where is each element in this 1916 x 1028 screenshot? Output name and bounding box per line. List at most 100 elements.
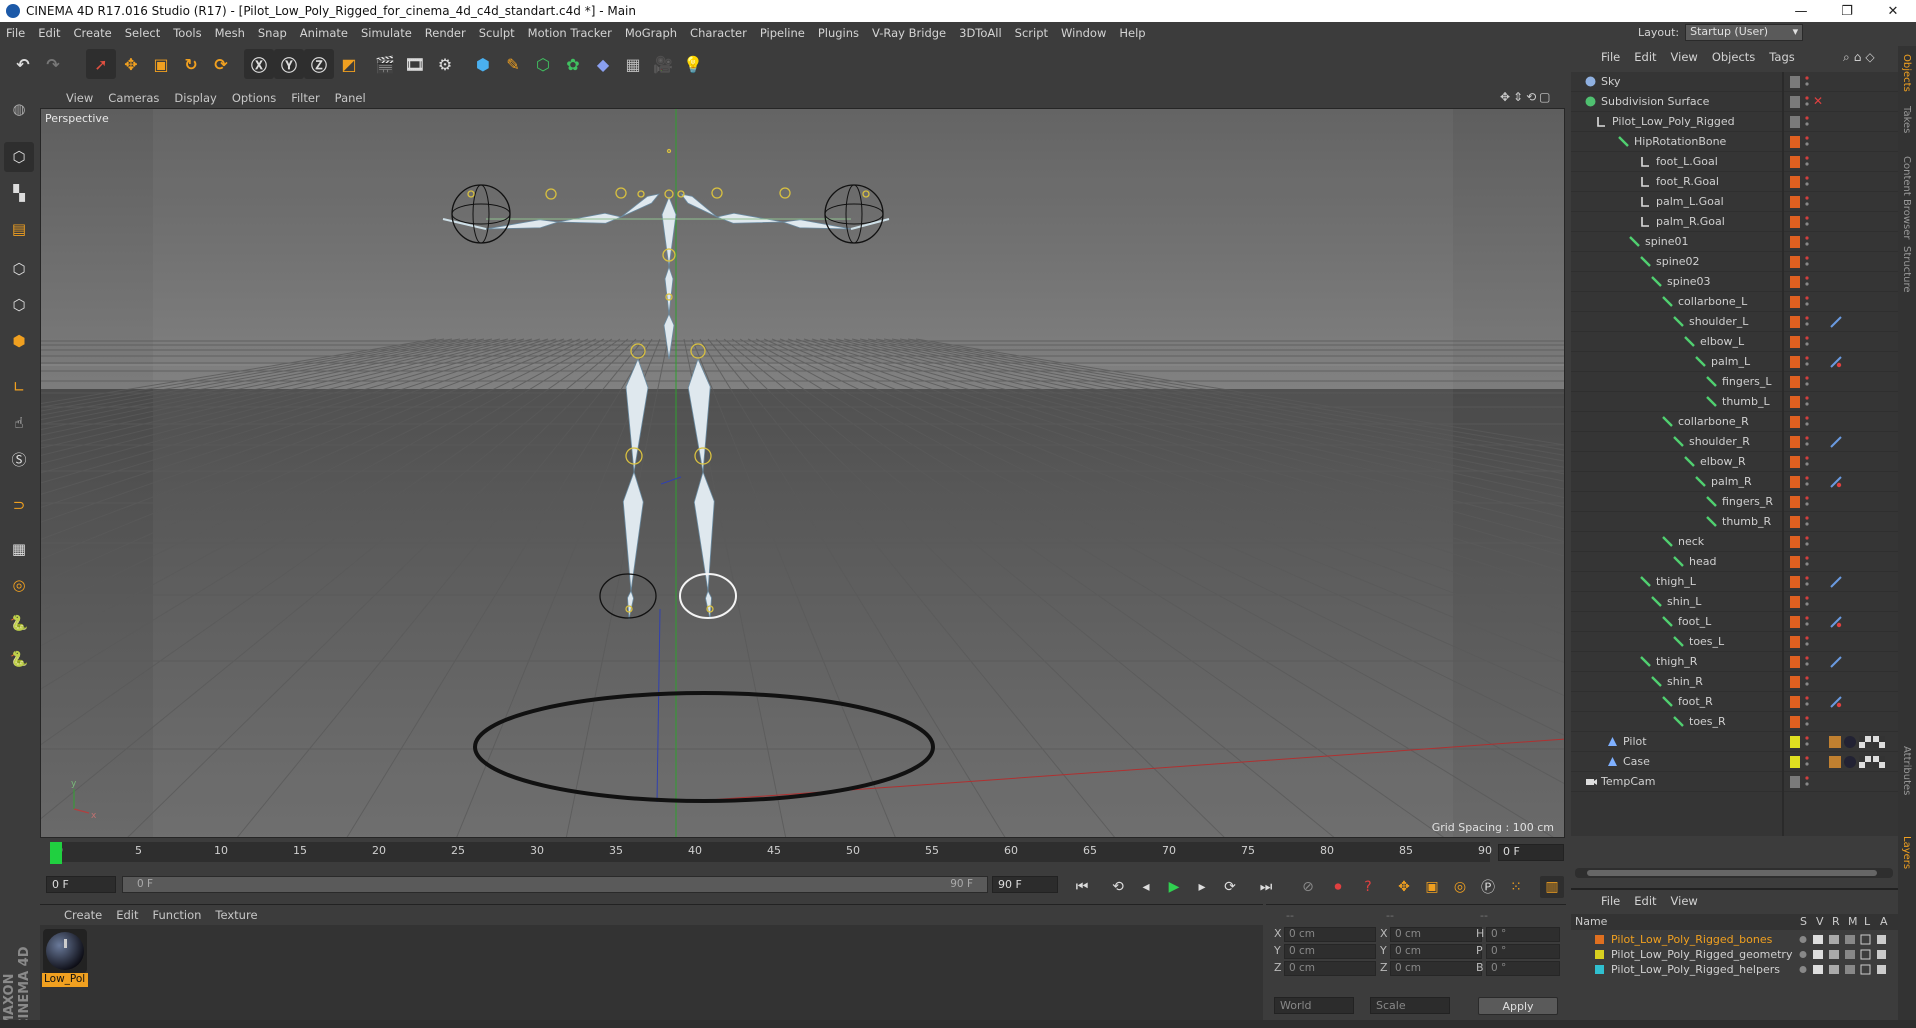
layer-color-swatch[interactable] — [1790, 536, 1800, 548]
visibility-dots-icon[interactable] — [1805, 455, 1809, 468]
ik-tag-icon[interactable] — [1829, 315, 1843, 329]
visibility-dots-icon[interactable] — [1805, 735, 1809, 748]
tweak-mode-icon[interactable]: ☝ — [4, 408, 34, 438]
layer-color-swatch[interactable] — [1790, 96, 1800, 108]
layer-color-swatch[interactable] — [1790, 636, 1800, 648]
layer-color-swatch[interactable] — [1790, 576, 1800, 588]
visibility-dots-icon[interactable] — [1805, 175, 1809, 188]
ik-tag-icon[interactable] — [1829, 615, 1843, 629]
recent-tool-icon[interactable]: ⟳ — [206, 49, 236, 79]
object-row[interactable]: thumb_R — [1571, 512, 1898, 532]
object-row[interactable]: shin_L — [1571, 592, 1898, 612]
object-tree-divider[interactable] — [1782, 72, 1784, 836]
layer-color-swatch[interactable] — [1790, 776, 1800, 788]
layer-color-swatch[interactable] — [1790, 316, 1800, 328]
previous-key-icon[interactable]: ⟲ — [1106, 876, 1130, 898]
auto-keying-icon[interactable]: ⏺ — [1326, 876, 1350, 898]
object-menu-view[interactable]: View — [1671, 50, 1698, 64]
record-keys-icon[interactable]: ⊘ — [1296, 876, 1320, 898]
viewport-menu-panel[interactable]: Panel — [335, 91, 366, 105]
side-tab-content-browser[interactable]: Content Browser — [1901, 156, 1912, 239]
close-button[interactable]: ✕ — [1870, 0, 1916, 22]
layer-color-swatch[interactable] — [1790, 476, 1800, 488]
layer-color-swatch[interactable] — [1790, 376, 1800, 388]
object-menu-edit[interactable]: Edit — [1634, 50, 1656, 64]
coordinate-mode-select[interactable]: Scale — [1370, 997, 1450, 1014]
material-tags-icon[interactable] — [1829, 755, 1885, 769]
visibility-dots-icon[interactable] — [1805, 475, 1809, 488]
object-row[interactable]: shoulder_R — [1571, 432, 1898, 452]
floor-icon[interactable]: ▦ — [618, 49, 648, 79]
pen-spline-icon[interactable]: ✎ — [498, 49, 528, 79]
menu-snap[interactable]: Snap — [258, 26, 287, 40]
go-to-start-icon[interactable]: ⏮ — [1070, 876, 1094, 898]
timeline-window-icon[interactable]: ▥ — [1540, 876, 1564, 898]
menu-simulate[interactable]: Simulate — [361, 26, 412, 40]
undo-icon[interactable]: ↶ — [8, 49, 38, 79]
light-icon[interactable]: 💡 — [678, 49, 708, 79]
visibility-dots-icon[interactable] — [1805, 635, 1809, 648]
object-row[interactable]: foot_L — [1571, 612, 1898, 632]
side-tab-attributes[interactable]: Attributes — [1901, 746, 1912, 795]
visibility-dots-icon[interactable] — [1805, 135, 1809, 148]
side-tab-layers[interactable]: Layers — [1901, 836, 1912, 869]
menu-script[interactable]: Script — [1015, 26, 1048, 40]
layer-color-swatch[interactable] — [1595, 935, 1604, 944]
playhead[interactable] — [50, 842, 62, 864]
visibility-dots-icon[interactable] — [1805, 275, 1809, 288]
key-position-icon[interactable]: ✥ — [1392, 876, 1416, 898]
go-to-end-icon[interactable]: ⏭ — [1254, 876, 1278, 898]
layer-menu-file[interactable]: File — [1601, 894, 1620, 908]
layer-row[interactable]: Pilot_Low_Poly_Rigged_geometry — [1571, 947, 1898, 962]
ik-tag-icon[interactable] — [1829, 435, 1843, 449]
python-script-icon[interactable]: 🐍 — [4, 608, 34, 638]
object-row[interactable]: collarbone_R — [1571, 412, 1898, 432]
visibility-dots-icon[interactable] — [1805, 295, 1809, 308]
size-field[interactable]: 0 cm — [1390, 944, 1482, 959]
object-manager-search-icon[interactable]: ⌕⌂◇ — [1843, 50, 1879, 65]
layer-color-swatch[interactable] — [1790, 396, 1800, 408]
menu-select[interactable]: Select — [125, 26, 160, 40]
object-row[interactable]: palm_R — [1571, 472, 1898, 492]
menu-create[interactable]: Create — [74, 26, 112, 40]
timeline-ruler[interactable]: 051015202530354045505560657075808590 — [50, 842, 1492, 862]
layer-color-swatch[interactable] — [1790, 336, 1800, 348]
layer-color-swatch[interactable] — [1790, 116, 1800, 128]
rotation-field[interactable]: 0 ° — [1486, 944, 1560, 959]
object-row[interactable]: Case — [1571, 752, 1898, 772]
z-axis-icon[interactable]: Ⓩ — [304, 49, 334, 79]
menu-mesh[interactable]: Mesh — [215, 26, 245, 40]
layer-row[interactable]: Pilot_Low_Poly_Rigged_bones — [1571, 932, 1898, 947]
deactivate-icon[interactable]: ✕ — [1813, 94, 1823, 108]
polygons-mode-icon[interactable]: ⬢ — [4, 326, 34, 356]
position-field[interactable]: 0 cm — [1284, 944, 1376, 959]
visibility-dots-icon[interactable] — [1805, 615, 1809, 628]
object-row[interactable]: Subdivision Surface ✕ — [1571, 92, 1898, 112]
visibility-dots-icon[interactable] — [1805, 235, 1809, 248]
side-tab-objects[interactable]: Objects — [1901, 54, 1912, 92]
object-row[interactable]: Pilot_Low_Poly_Rigged — [1571, 112, 1898, 132]
size-field[interactable]: 0 cm — [1390, 927, 1482, 942]
menu-pipeline[interactable]: Pipeline — [760, 26, 805, 40]
layer-color-swatch[interactable] — [1790, 176, 1800, 188]
visibility-dots-icon[interactable] — [1805, 415, 1809, 428]
render-settings-icon[interactable]: ⚙ — [430, 49, 460, 79]
visibility-dots-icon[interactable] — [1805, 575, 1809, 588]
snap-icon[interactable]: ⊃ — [4, 490, 34, 520]
object-row[interactable]: fingers_R — [1571, 492, 1898, 512]
camera-icon[interactable]: 🎥 — [648, 49, 678, 79]
next-key-icon[interactable]: ⟳ — [1218, 876, 1242, 898]
key-pla-icon[interactable]: ⁙ — [1504, 876, 1528, 898]
object-row[interactable]: thigh_R — [1571, 652, 1898, 672]
layer-color-swatch[interactable] — [1790, 596, 1800, 608]
layer-flags-icon[interactable] — [1799, 964, 1895, 978]
layer-color-swatch[interactable] — [1790, 756, 1800, 768]
make-editable-icon[interactable]: ◍ — [4, 94, 34, 124]
workplane-mode-icon[interactable]: ▤ — [4, 214, 34, 244]
viewport-menu-cameras[interactable]: Cameras — [108, 91, 159, 105]
object-row[interactable]: spine02 — [1571, 252, 1898, 272]
side-tab-takes[interactable]: Takes — [1901, 106, 1912, 133]
side-tab-structure[interactable]: Structure — [1901, 246, 1912, 293]
material-thumbnail[interactable] — [43, 929, 87, 973]
visibility-dots-icon[interactable] — [1805, 495, 1809, 508]
